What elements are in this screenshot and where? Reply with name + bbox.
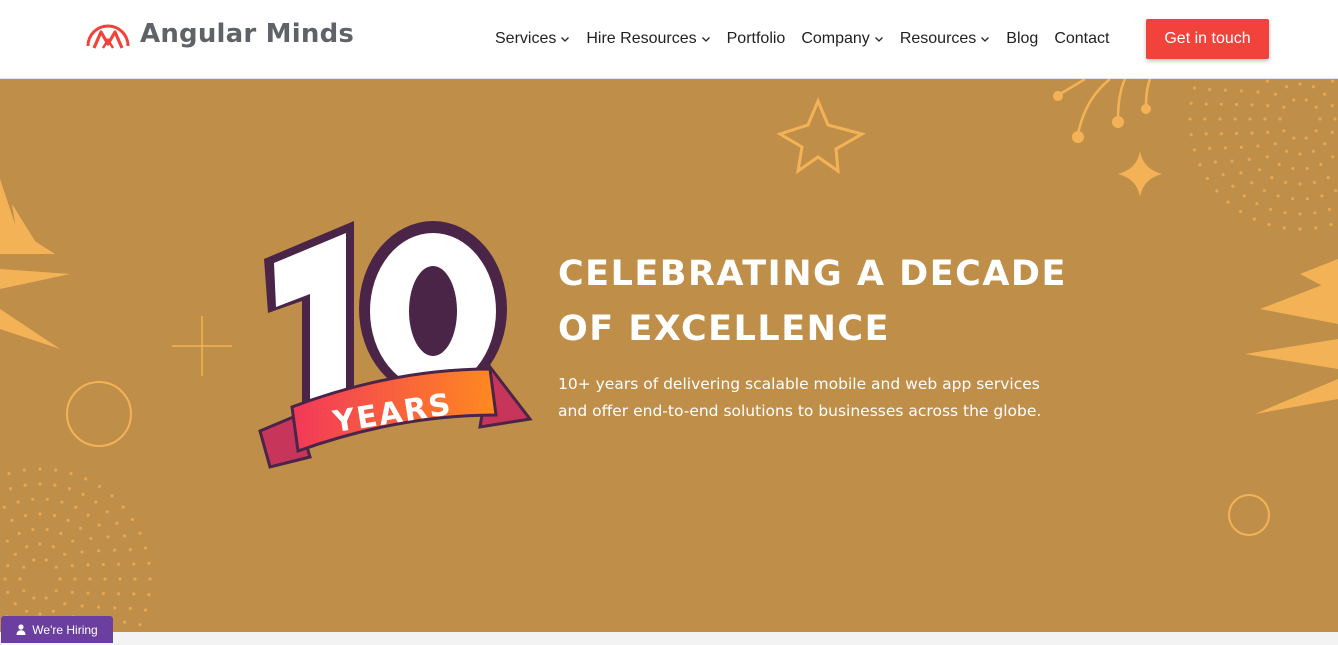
nav-item-services[interactable]: Services [487,19,578,59]
chevron-down-icon [701,37,710,42]
nav-item-label: Resources [899,30,977,47]
nav-item-resources[interactable]: Resources [892,19,998,59]
we-are-hiring-label: We're Hiring [32,622,98,637]
nav-item-label: Services [495,30,557,47]
chevron-down-icon [561,37,570,42]
circle-decoration-left [66,381,132,447]
person-icon [16,624,26,635]
nav-item-label: Company [801,30,870,47]
nav-item-portfolio[interactable]: Portfolio [719,19,794,59]
site-header: Angular Minds Services Hire Resources Port… [0,0,1338,79]
star-outline-decoration [776,97,866,175]
subtext-line-2: and offer end-to-end solutions to busine… [558,402,1042,420]
nav-item-hire-resources[interactable]: Hire Resources [578,19,718,59]
get-in-touch-button[interactable]: Get in touch [1146,19,1269,59]
circle-decoration-right [1228,494,1270,536]
nav-item-label: Hire Resources [586,30,697,47]
nav-item-label: Blog [1006,30,1039,47]
left-burst-decoration [0,179,70,349]
nav-item-blog[interactable]: Blog [998,19,1046,59]
firework-decoration [1059,79,1152,135]
chevron-down-icon [981,37,990,42]
nav-item-label: Contact [1054,30,1110,47]
nav-item-company[interactable]: Company [793,19,891,59]
hero-banner: YEARS CELEBRATING A DECADE OF EXCELLENCE… [0,79,1338,632]
logo-mark-icon [86,24,130,49]
brand-logo[interactable]: Angular Minds [84,12,354,56]
thin-sparkle-decoration [172,316,232,376]
chevron-down-icon [874,37,883,42]
headline-line-2: OF EXCELLENCE [558,309,890,349]
headline-line-1: CELEBRATING A DECADE [558,254,1067,294]
subtext-line-1: 10+ years of delivering scalable mobile … [558,375,1040,393]
brand-name: Angular Minds [140,19,355,49]
nav-item-label: Portfolio [726,30,786,47]
we-are-hiring-button[interactable]: We're Hiring [1,616,113,643]
left-dots-decoration [2,467,152,632]
right-burst-decoration [1245,259,1338,414]
nav-item-contact[interactable]: Contact [1046,19,1117,59]
ten-years-badge: YEARS [258,221,533,469]
right-dots-decoration [1188,79,1338,231]
sparkle-decoration [1118,151,1162,197]
hero-headline: CELEBRATING A DECADE OF EXCELLENCE [558,247,1118,357]
hero-subtext: 10+ years of delivering scalable mobile … [558,371,1118,425]
main-nav: Services Hire Resources Portfolio Company Re… [487,19,1117,59]
